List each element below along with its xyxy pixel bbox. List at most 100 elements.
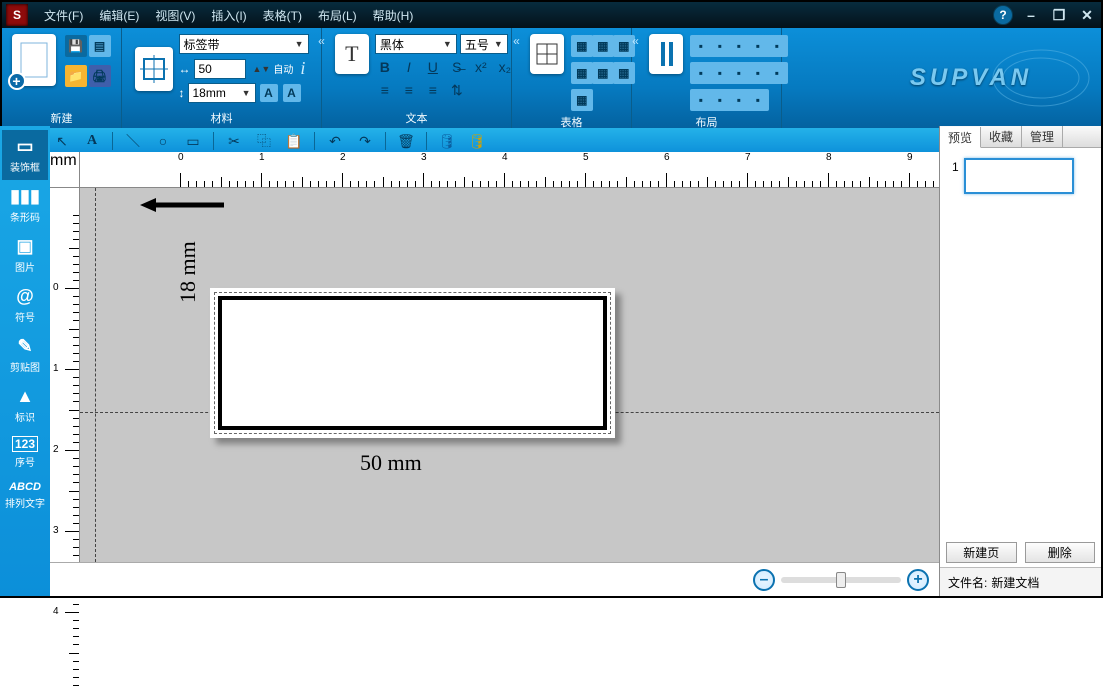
sidebar-item-symbol[interactable]: @符号 (2, 280, 48, 330)
folder-icon[interactable]: 📁 (65, 65, 87, 87)
tab-preview[interactable]: 预览 (940, 127, 981, 148)
sidebar-item-barcode[interactable]: ▮▮▮条形码 (2, 180, 48, 230)
undo-button[interactable]: ↶ (325, 131, 345, 151)
label-object[interactable] (210, 288, 615, 438)
tbl-op-5[interactable]: ▦ (592, 62, 614, 84)
tbl-op-1[interactable]: ▦ (571, 35, 593, 57)
minimize-button[interactable]: – (1017, 5, 1045, 25)
cut-button[interactable]: ✂ (224, 131, 244, 151)
tab-manage[interactable]: 管理 (1022, 126, 1063, 147)
group-label-new: 新建 (51, 108, 73, 126)
layout-button[interactable] (649, 34, 683, 74)
rect-tool[interactable]: ▭ (183, 131, 203, 151)
zoom-slider-handle[interactable] (836, 572, 846, 588)
height-select[interactable]: 18mm▼ (188, 83, 256, 103)
menu-layout[interactable]: 布局(L) (310, 7, 365, 24)
group-label-material: 材料 (211, 108, 233, 126)
ruler-vertical[interactable]: 01234 (50, 188, 80, 562)
zoom-slider[interactable] (781, 577, 901, 583)
warning-icon: ▲ (16, 386, 34, 407)
info-icon[interactable]: i (300, 58, 305, 79)
sidebar-item-serial[interactable]: 123序号 (2, 430, 48, 475)
new-page-button[interactable]: 新建页 (946, 542, 1017, 563)
tbl-op-7[interactable]: ▦ (571, 89, 593, 111)
align-5[interactable]: ▪ (766, 35, 788, 57)
collapse-table-icon[interactable]: « (513, 34, 520, 48)
menu-help[interactable]: 帮助(H) (365, 7, 422, 24)
db2-icon[interactable]: 🛢 (467, 131, 487, 151)
align-left-button[interactable]: ≡ (375, 80, 395, 100)
width-input[interactable]: 50 (194, 59, 246, 79)
collapse-layout-icon[interactable]: « (632, 34, 639, 48)
menu-file[interactable]: 文件(F) (36, 7, 91, 24)
ruler-corner: mm (50, 152, 80, 188)
image-icon: ▣ (16, 236, 33, 257)
align-right-button[interactable]: ≡ (423, 80, 443, 100)
brand-logo: SUPVAN (841, 28, 1101, 128)
line-tool[interactable]: ＼ (123, 131, 143, 151)
arc-text-icon: ABCD (9, 481, 41, 493)
save-icon[interactable]: 💾 (65, 35, 87, 57)
material-icon[interactable] (135, 47, 173, 91)
super-button[interactable]: x² (471, 57, 491, 77)
new-document-button[interactable]: + (12, 34, 56, 86)
pointer-tool[interactable]: ↖ (52, 131, 72, 151)
underline-button[interactable]: U (423, 57, 443, 77)
zoom-out-button[interactable]: – (753, 569, 775, 591)
sidebar-item-arrange-text[interactable]: ABCD排列文字 (2, 475, 48, 516)
orient2-icon[interactable]: A (283, 84, 301, 102)
font-family-select[interactable]: 黑体▼ (375, 34, 457, 54)
sidebar-item-frame[interactable]: ▭装饰框 (2, 130, 48, 180)
ruler-unit-label: mm (50, 152, 77, 169)
tab-favorites[interactable]: 收藏 (981, 126, 1022, 147)
text-tool-button[interactable]: T (335, 34, 369, 74)
zoom-in-button[interactable]: + (907, 569, 929, 591)
align-10[interactable]: ▪ (766, 62, 788, 84)
height-dimension-label: 18 mm (175, 241, 201, 303)
orient-icon[interactable]: A (260, 84, 278, 102)
font-size-select[interactable]: 五号▼ (460, 34, 508, 54)
close-button[interactable]: ✕ (1073, 5, 1101, 25)
print-icon[interactable]: 🖨 (89, 65, 111, 87)
align-center-button[interactable]: ≡ (399, 80, 419, 100)
italic-button[interactable]: I (399, 57, 419, 77)
bold-button[interactable]: B (375, 57, 395, 77)
back-arrow-icon (140, 196, 226, 214)
delete-page-button[interactable]: 删除 (1025, 542, 1096, 563)
delete-button[interactable]: 🗑 (396, 131, 416, 151)
collapse-text-icon[interactable]: « (318, 34, 325, 48)
file-name-value: 新建文档 (991, 574, 1039, 591)
redo-button[interactable]: ↷ (355, 131, 375, 151)
ellipse-tool[interactable]: ○ (153, 131, 173, 151)
ribbon-group-layout: « ▪▪▪▪▪ ▪▪▪▪▪ ▪▪▪▪ 布局 (632, 28, 782, 128)
db-icon[interactable]: 🛢 (437, 131, 457, 151)
text-quick-tool[interactable]: A (82, 131, 102, 151)
restore-button[interactable]: ❐ (1045, 5, 1073, 25)
sidebar-item-sign[interactable]: ▲标识 (2, 380, 48, 430)
copy-button[interactable]: ⿻ (254, 131, 274, 151)
strike-button[interactable]: S̶ (447, 57, 467, 77)
sidebar-item-image[interactable]: ▣图片 (2, 230, 48, 280)
insert-table-button[interactable] (530, 34, 564, 74)
align-14[interactable]: ▪ (747, 89, 769, 111)
menu-table[interactable]: 表格(T) (255, 7, 310, 24)
page-thumbnail[interactable]: 1 (964, 158, 1074, 194)
page-icon[interactable]: ▤ (89, 35, 111, 57)
menu-view[interactable]: 视图(V) (147, 7, 203, 24)
width-spin[interactable]: ▲▼ (253, 64, 271, 74)
material-type-select[interactable]: 标签带▼ (179, 34, 309, 54)
sidebar-item-clipart[interactable]: ✎剪贴图 (2, 330, 48, 380)
ruler-horizontal[interactable]: 0123456789 (80, 152, 939, 188)
tbl-op-2[interactable]: ▦ (592, 35, 614, 57)
menu-edit[interactable]: 编辑(E) (91, 7, 147, 24)
vertical-text-button[interactable]: ⇅ (447, 80, 467, 100)
auto-label[interactable]: 自动 (273, 61, 293, 76)
app-logo-icon: S (6, 4, 28, 26)
plus-icon: + (8, 72, 26, 90)
material-type-value: 标签带 (184, 36, 220, 53)
menu-insert[interactable]: 插入(I) (203, 7, 254, 24)
paste-button[interactable]: 📋 (284, 131, 304, 151)
tbl-op-4[interactable]: ▦ (571, 62, 593, 84)
canvas[interactable]: 18 mm 50 mm (80, 188, 939, 562)
help-button[interactable]: ? (993, 5, 1013, 25)
